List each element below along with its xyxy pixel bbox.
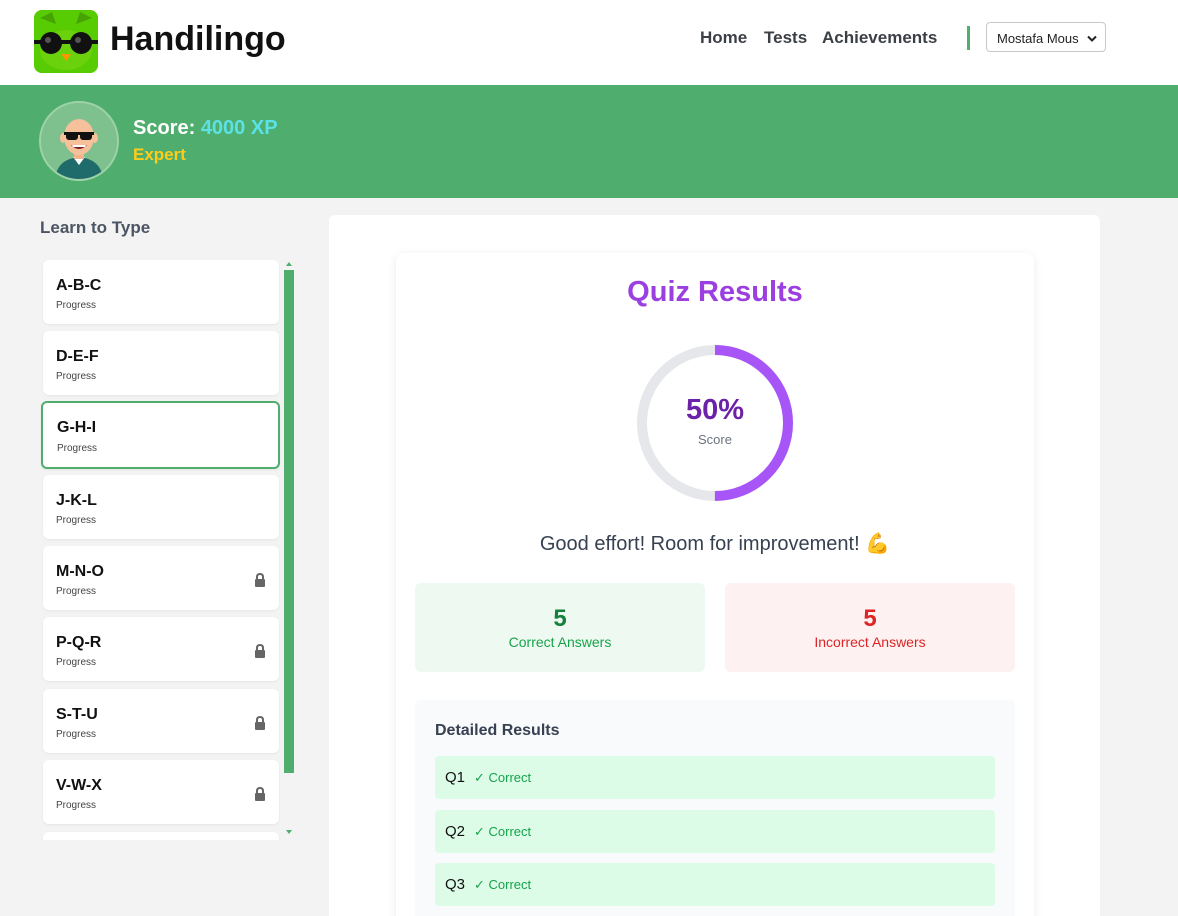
quiz-results-title: Quiz Results [627, 276, 803, 308]
nav-divider [967, 26, 970, 50]
nav-home-link[interactable]: Home [700, 28, 747, 48]
lesson-name: G-H-I [57, 419, 97, 436]
lesson-list[interactable]: A-B-C Progress D-E-F Progress G-H-I Prog… [40, 258, 283, 840]
question-result: ✓ Correct [474, 877, 532, 892]
user-select[interactable]: Mostafa Mous [986, 22, 1106, 52]
chevron-down-icon [1087, 31, 1097, 46]
question-result: ✓ Correct [474, 770, 532, 785]
lesson-name: D-E-F [56, 348, 99, 365]
lesson-item-ghi[interactable]: G-H-I Progress [41, 401, 280, 469]
avatar [39, 101, 119, 181]
score-value: 4000 XP [200, 117, 278, 139]
sidebar-scrollbar[interactable] [284, 270, 294, 773]
lesson-name: P-Q-R [56, 634, 102, 651]
incorrect-label: Incorrect Answers [814, 634, 926, 650]
correct-answers-card: 5 Correct Answers [415, 583, 705, 672]
question-number: Q3 [445, 876, 466, 893]
lesson-progress-label: Progress [57, 443, 98, 454]
scroll-up-arrow-icon[interactable] [286, 262, 292, 266]
sidebar-title: Learn to Type [40, 218, 151, 237]
lesson-name: A-B-C [56, 277, 102, 294]
correct-count: 5 [553, 605, 567, 632]
user-select-value: Mostafa Mous [997, 31, 1079, 46]
lesson-progress-label: Progress [56, 729, 97, 740]
lesson-progress-label: Progress [56, 515, 97, 526]
lesson-item-mno[interactable]: M-N-O Progress [43, 546, 279, 610]
lesson-item-abc[interactable]: A-B-C Progress [43, 260, 279, 324]
lock-icon [254, 715, 266, 735]
score-display: Score: 4000 XP [133, 117, 278, 140]
nav-tests-link[interactable]: Tests [764, 28, 807, 48]
lesson-item-def[interactable]: D-E-F Progress [43, 331, 279, 395]
lesson-name: J-K-L [56, 492, 97, 509]
question-number: Q2 [445, 823, 466, 840]
result-row[interactable]: Q2 ✓ Correct [435, 810, 995, 853]
detailed-results-title: Detailed Results [435, 722, 560, 739]
question-number: Q1 [445, 769, 466, 786]
lesson-progress-label: Progress [56, 300, 97, 311]
lesson-name: S-T-U [56, 706, 98, 723]
lesson-progress-label: Progress [56, 586, 97, 597]
owl-logo-icon[interactable] [34, 10, 98, 73]
result-row[interactable]: Q1 ✓ Correct [435, 756, 995, 799]
lesson-progress-label: Progress [56, 800, 97, 811]
lesson-item-pqr[interactable]: P-Q-R Progress [43, 617, 279, 681]
lesson-item-partial[interactable] [43, 832, 279, 840]
top-header: Handilingo Home Tests Achievements Mosta… [0, 0, 1178, 85]
score-banner [0, 85, 1178, 198]
rank-label: Expert [133, 145, 186, 164]
lock-icon [254, 643, 266, 663]
lesson-progress-label: Progress [56, 657, 97, 668]
score-percent: 50% [685, 394, 745, 426]
lesson-item-vwx[interactable]: V-W-X Progress [43, 760, 279, 824]
lock-icon [254, 786, 266, 806]
correct-label: Correct Answers [508, 634, 612, 650]
score-percent-label: Score [698, 432, 732, 447]
result-row[interactable]: Q3 ✓ Correct [435, 863, 995, 906]
question-result: ✓ Correct [474, 824, 532, 839]
brand-name[interactable]: Handilingo [110, 20, 286, 59]
scroll-down-arrow-icon[interactable] [286, 830, 292, 834]
feedback-message: Good effort! Room for improvement! 💪 [539, 533, 891, 555]
score-label: Score: [133, 117, 196, 139]
lesson-item-stu[interactable]: S-T-U Progress [43, 689, 279, 753]
lesson-progress-label: Progress [56, 371, 97, 382]
lesson-name: V-W-X [56, 777, 102, 794]
nav-achievements-link[interactable]: Achievements [822, 28, 937, 48]
lock-icon [254, 572, 266, 592]
lesson-name: M-N-O [56, 563, 104, 580]
lesson-item-jkl[interactable]: J-K-L Progress [43, 475, 279, 539]
incorrect-count: 5 [863, 605, 877, 632]
incorrect-answers-card: 5 Incorrect Answers [725, 583, 1015, 672]
